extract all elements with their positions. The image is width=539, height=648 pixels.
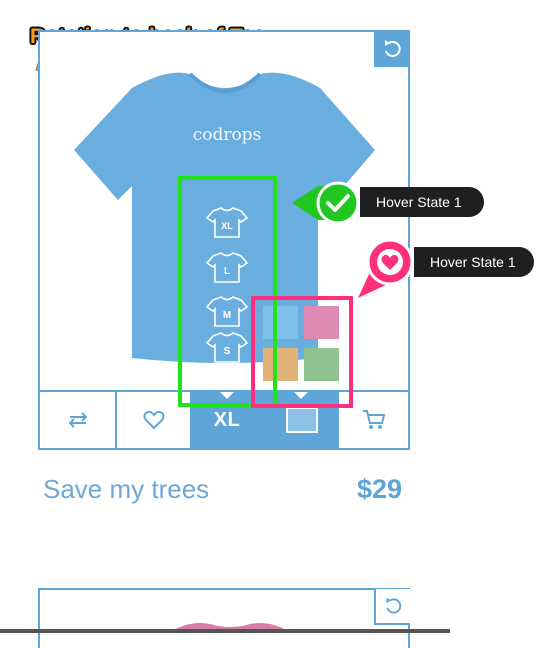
color-hover-highlight — [251, 296, 353, 408]
product-card-2 — [38, 588, 410, 648]
hover-state-label-2: Hover State 1 — [414, 247, 534, 277]
compare-button[interactable] — [40, 392, 117, 448]
hover-state-badge-heart — [358, 238, 414, 298]
cart-icon — [363, 410, 386, 429]
selected-color-swatch — [285, 407, 318, 433]
tshirt-print: codrops — [193, 125, 262, 145]
rotate-button-2[interactable] — [374, 589, 410, 625]
page-bottom-edge — [0, 629, 450, 633]
selected-size: XL — [213, 408, 241, 431]
hover-state-label-1: Hover State 1 — [360, 187, 484, 217]
compare-arrows-icon — [68, 412, 87, 428]
rotate-icon — [386, 597, 402, 614]
hover-state-badge-check — [292, 181, 360, 225]
product-name[interactable]: Save my trees — [43, 474, 209, 505]
heart-icon — [143, 410, 164, 430]
product-price: $29 — [357, 474, 403, 504]
